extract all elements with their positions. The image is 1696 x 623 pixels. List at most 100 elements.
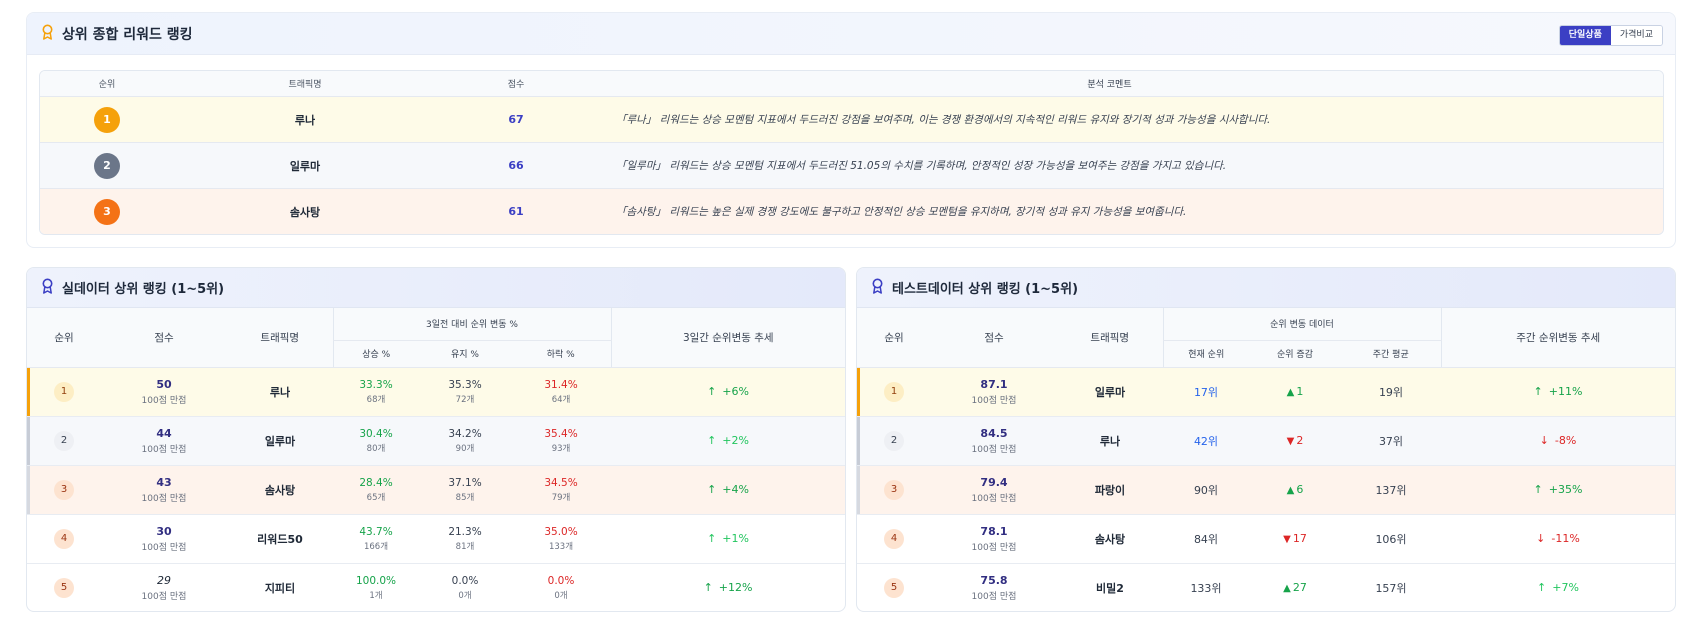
summary-table: 순위 트래픽명 점수 분석 코멘트 1 루나 67 「루나」 리워드는 상승 모… [39, 70, 1664, 235]
arrow-down-icon: ↓ [1536, 532, 1546, 545]
weekly-avg: 157위 [1341, 563, 1441, 611]
score-value: 29 [157, 573, 171, 587]
top-summary-card: 상위 종합 리워드 랭킹 단일상품 가격비교 순위 트래픽명 점수 분석 코멘트… [26, 12, 1676, 248]
traffic-name: 솜사탕 [289, 205, 321, 219]
score-value: 75.8 [980, 573, 1008, 587]
down-pct: 31.4% [544, 378, 578, 391]
rank-badge: 1 [54, 381, 74, 402]
col-comment: 분석 코멘트 [1087, 80, 1132, 90]
keep-pct: 34.2% [448, 427, 482, 440]
trend-value: +2% [722, 434, 749, 447]
trend-value: +12% [718, 581, 753, 594]
col-name: 트래픽명 [1057, 308, 1163, 368]
summary-table-header: 순위 트래픽명 점수 분석 코멘트 [40, 71, 1663, 96]
arrow-up-icon: ↑ [707, 532, 717, 545]
keep-pct: 0.0% [451, 574, 479, 587]
score-value: 84.5 [980, 426, 1008, 440]
toggle-price-compare[interactable]: 가격비교 [1610, 26, 1662, 45]
down-count: 133개 [548, 541, 574, 552]
table-row: 2 44 100점 만점 일루마 30.4% 80개 34.2% 90개 35.4% 9… [27, 416, 845, 466]
rank-change: 17 [1292, 532, 1307, 545]
score-value: 67 [508, 113, 524, 126]
col-rank: 순위 [27, 308, 101, 368]
trend-value: +11% [1548, 385, 1583, 398]
score-caption: 100점 만점 [141, 395, 187, 406]
triangle-up-icon: ▲ [1283, 583, 1291, 594]
col-rank-change: 순위 증감 [1249, 340, 1341, 368]
up-count: 68개 [366, 394, 386, 405]
score-value: 43 [156, 475, 172, 489]
traffic-name: 지피티 [264, 581, 296, 595]
col-group-change: 순위 변동 데이터 [1162, 308, 1442, 341]
traffic-name: 솜사탕 [1094, 532, 1126, 546]
col-rank: 순위 [857, 308, 931, 368]
score-value: 30 [156, 524, 172, 538]
rank-badge: 5 [884, 577, 904, 598]
arrow-up-icon: ↑ [1533, 385, 1543, 398]
triangle-up-icon: ▲ [1286, 485, 1295, 496]
current-rank: 90위 [1163, 465, 1249, 515]
up-pct: 30.4% [359, 427, 393, 440]
rank-badge: 5 [54, 577, 74, 598]
keep-count: 72개 [455, 394, 475, 405]
trend-value: +6% [722, 385, 749, 398]
col-group-change: 3일전 대비 순위 변동 % [332, 308, 612, 341]
trend-value: +4% [722, 483, 749, 496]
summary-header: 상위 종합 리워드 랭킹 단일상품 가격비교 [27, 13, 1675, 55]
table-header-row: 순위 점수 트래픽명 3일전 대비 순위 변동 % 3일간 순위변동 추세 [27, 308, 845, 368]
table-row: 3 43 100점 만점 솜사탕 28.4% 65개 37.1% 85개 34.5% 7… [27, 465, 845, 515]
summary-row: 3 솜사탕 61 「솜사탕」 리워드는 높은 실제 경쟁 강도에도 불구하고 안… [40, 188, 1663, 234]
score-value: 78.1 [980, 524, 1008, 538]
table-row: 2 84.5 100점 만점 루나 42위 ▼ 2 37위 ↓ -8% [857, 416, 1675, 466]
table-row: 4 30 100점 만점 리워드50 43.7% 166개 21.3% 81개 35.… [27, 514, 845, 564]
rank-badge: 2 [884, 430, 904, 451]
silver-medal-badge: 2 [94, 152, 120, 179]
rank-change: 27 [1292, 581, 1307, 594]
keep-count: 85개 [455, 492, 475, 503]
trend-value: +35% [1548, 483, 1583, 496]
col-name: 트래픽명 [227, 308, 333, 368]
score-value: 87.1 [980, 377, 1008, 391]
rank-badge: 4 [54, 528, 74, 549]
real-data-title: 실데이터 상위 랭킹 (1~5위) [62, 282, 225, 297]
col-score: 점수 [101, 308, 227, 368]
rank-change: 1 [1296, 385, 1304, 398]
score-caption: 100점 만점 [971, 493, 1017, 504]
up-count: 1개 [369, 590, 383, 601]
triangle-down-icon: ▼ [1283, 534, 1291, 545]
keep-pct: 35.3% [448, 378, 482, 391]
rank-badge: 3 [884, 479, 904, 500]
score-caption: 100점 만점 [971, 542, 1017, 553]
gold-medal-badge: 1 [94, 106, 120, 133]
score-value: 79.4 [980, 475, 1008, 489]
current-rank: 133위 [1163, 563, 1249, 611]
col-score: 점수 [931, 308, 1057, 368]
up-count: 166개 [363, 541, 389, 552]
arrow-up-icon: ↑ [707, 483, 717, 496]
traffic-name: 비밀2 [1096, 581, 1124, 595]
score-caption: 100점 만점 [141, 444, 187, 455]
traffic-name: 루나 [269, 385, 291, 399]
rank-badge: 4 [884, 528, 904, 549]
down-pct: 35.0% [544, 525, 578, 538]
rank-badge: 1 [884, 381, 904, 402]
down-count: 64개 [551, 394, 571, 405]
toggle-single-product[interactable]: 단일상품 [1559, 26, 1611, 45]
down-pct: 34.5% [544, 476, 578, 489]
traffic-name: 일루마 [1094, 385, 1126, 399]
weekly-avg: 37위 [1341, 416, 1441, 466]
keep-count: 81개 [455, 541, 475, 552]
analysis-comment: 「솜사탕」 리워드는 높은 실제 경쟁 강도에도 불구하고 안정적인 상승 모멘… [616, 206, 1187, 218]
col-name: 트래픽명 [288, 80, 322, 90]
bronze-medal-badge: 3 [94, 198, 120, 225]
summary-row: 2 일루마 66 「일루마」 리워드는 상승 모멘텀 지표에서 두드러진 51.… [40, 142, 1663, 188]
col-weekly-avg: 주간 평균 [1341, 340, 1441, 368]
rank-badge: 2 [54, 430, 74, 451]
col-up: 상승 % [332, 340, 419, 368]
score-value: 44 [156, 426, 172, 440]
score-caption: 100점 만점 [141, 591, 187, 602]
traffic-name: 일루마 [264, 434, 296, 448]
keep-count: 0개 [458, 590, 472, 601]
rank-change: 6 [1296, 483, 1304, 496]
award-ribbon-icon [41, 278, 54, 298]
